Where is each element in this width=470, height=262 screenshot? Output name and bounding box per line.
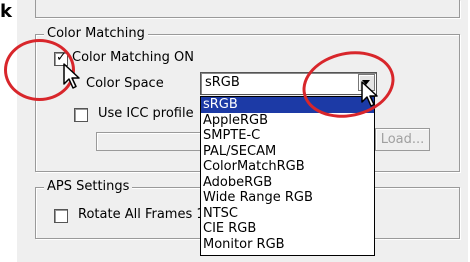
option-cie-rgb[interactable]: CIE RGB — [201, 221, 374, 237]
option-monitor-rgb[interactable]: Monitor RGB — [201, 237, 374, 253]
color-matching-on-label: Color Matching ON — [72, 50, 194, 65]
mouse-pointer-icon — [63, 63, 80, 89]
option-ntsc[interactable]: NTSC — [201, 206, 374, 222]
option-pal-secam[interactable]: PAL/SECAM — [201, 144, 374, 160]
load-button[interactable]: Load... — [375, 128, 430, 151]
option-wide-range-rgb[interactable]: Wide Range RGB — [201, 190, 374, 206]
option-colormatchrgb[interactable]: ColorMatchRGB — [201, 159, 374, 175]
option-smpte-c[interactable]: SMPTE-C — [201, 128, 374, 144]
rotate-all-frames-label: Rotate All Frames 1 — [78, 207, 205, 222]
aps-settings-group-title: APS Settings — [44, 179, 133, 194]
color-matching-group-title: Color Matching — [44, 26, 148, 41]
icc-profile-path-field[interactable] — [96, 132, 204, 151]
cropped-heading-letter: k — [0, 1, 12, 22]
color-space-label: Color Space — [86, 76, 164, 91]
color-space-options-list: sRGB AppleRGB SMPTE-C PAL/SECAM ColorMat… — [200, 96, 375, 256]
use-icc-profile-label: Use ICC profile — [98, 106, 194, 121]
option-adobergb[interactable]: AdobeRGB — [201, 175, 374, 191]
use-icc-profile-checkbox[interactable] — [74, 108, 88, 122]
color-space-value: sRGB — [205, 75, 240, 90]
rotate-all-frames-checkbox[interactable] — [54, 209, 68, 223]
mouse-pointer-icon — [361, 81, 378, 107]
previous-group-box — [35, 0, 460, 18]
